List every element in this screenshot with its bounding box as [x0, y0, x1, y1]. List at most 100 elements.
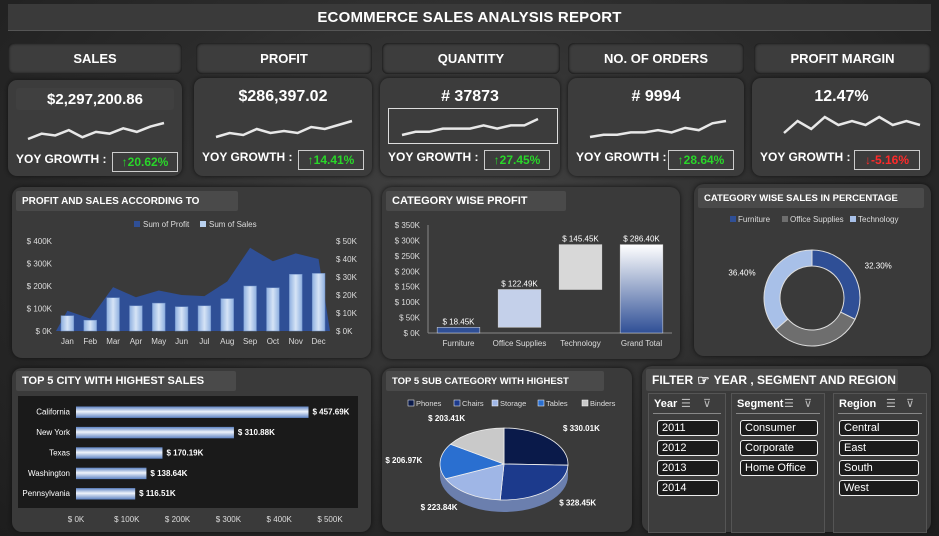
sparkline	[783, 115, 921, 134]
month-label: Nov	[289, 337, 303, 346]
month-label: Sep	[243, 337, 258, 346]
data-label: $ 286.40K	[623, 235, 660, 244]
region-option-east[interactable]: East	[839, 440, 919, 456]
yoy-label: YOY GROWTH :	[388, 150, 479, 164]
top-city-chart: California $ 457.69K New York $ 310.88K Texa…	[18, 396, 358, 524]
sales-bar	[220, 298, 234, 332]
sales-bar	[174, 306, 189, 332]
multi-select-icon[interactable]: ☰	[886, 397, 896, 410]
panel-title: CATEGORY WISE PROFIT	[386, 191, 566, 211]
legend-label: Tables	[546, 399, 568, 408]
yoy-growth-badge: ↑27.45%	[484, 150, 550, 170]
y-tick-label: $ 200K	[395, 267, 421, 276]
sales-bar	[60, 315, 75, 332]
year-option-2013[interactable]: 2013	[657, 460, 719, 476]
filter-title-rest: YEAR , SEGMENT AND REGION	[713, 373, 896, 387]
legend-swatch	[200, 221, 206, 227]
city-label: New York	[36, 428, 71, 437]
city-bar	[76, 406, 309, 418]
sales-bar	[106, 297, 120, 332]
y-tick-label: $ 50K	[399, 314, 421, 323]
month-label: Apr	[130, 337, 143, 346]
data-label: $ 122.49K	[501, 280, 538, 289]
panel-title: TOP 5 SUB CATEGORY WITH HIGHEST	[386, 371, 604, 391]
category-profit-panel: CATEGORY WISE PROFIT $ 0K $ 50K $ 100K $ 15…	[382, 187, 680, 359]
data-label: $ 145.45K	[562, 235, 599, 244]
left-tick-label: $ 300K	[27, 260, 53, 269]
data-label: $ 330.01K	[563, 424, 600, 433]
kpi-label-quantity: QUANTITY	[382, 43, 560, 74]
segment-option-corporate[interactable]: Corporate	[740, 440, 818, 456]
clear-filter-icon[interactable]: ⊽	[804, 397, 812, 410]
region-option-central[interactable]: Central	[839, 420, 919, 436]
yoy-growth-badge: ↑14.41%	[298, 150, 364, 170]
legend-swatch	[850, 216, 856, 222]
year-option-2014[interactable]: 2014	[657, 480, 719, 496]
profit-area	[56, 247, 330, 331]
category-label: Office Supplies	[493, 339, 547, 348]
yoy-label: YOY GROWTH :	[202, 150, 293, 164]
kpi-card-profit: $286,397.02 YOY GROWTH : ↑14.41%	[194, 78, 372, 176]
legend-label: Storage	[500, 399, 526, 408]
data-label: $ 457.69K	[313, 408, 350, 417]
filter-title: FILTER	[652, 373, 694, 387]
city-bar	[76, 488, 136, 500]
report-title: ECOMMERCE SALES ANALYSIS REPORT	[8, 4, 931, 31]
pie-slice	[503, 427, 569, 466]
right-tick-label: $ 40K	[336, 255, 358, 264]
divider	[736, 413, 820, 414]
region-slicer-label: Region	[839, 398, 877, 410]
region-option-west[interactable]: West	[839, 480, 919, 496]
category-profit-chart: $ 0K $ 50K $ 100K $ 150K $ 200K $ 250K $ 300K $…	[395, 221, 672, 348]
sales-bar	[289, 274, 303, 332]
sparkline	[589, 119, 727, 139]
legend-swatch	[730, 216, 736, 222]
segment-slicer: Segment ☰ ⊽ Consumer Corporate Home Offi…	[731, 393, 825, 533]
multi-select-icon[interactable]: ☰	[681, 397, 691, 410]
yoy-growth-badge: ↓-5.16%	[854, 150, 920, 170]
right-tick-label: $ 10K	[336, 309, 358, 318]
legend-label: Technology	[858, 215, 898, 224]
kpi-value: $2,297,200.86	[16, 88, 174, 110]
sparkline	[27, 121, 165, 141]
city-bar	[76, 426, 234, 439]
multi-select-icon[interactable]: ☰	[784, 397, 794, 410]
clear-filter-icon[interactable]: ⊽	[906, 397, 914, 410]
region-option-south[interactable]: South	[839, 460, 919, 476]
legend-label: Chairs	[462, 399, 484, 408]
divider	[838, 413, 922, 414]
kpi-label-sales: SALES	[8, 43, 182, 74]
data-label: $ 223.84K	[421, 503, 458, 512]
y-tick-label: $ 100K	[395, 298, 421, 307]
top-subcat-pie: Phones Chairs Storage Tables Binders $ 330.01…	[385, 399, 616, 512]
donut-slice	[763, 249, 813, 331]
data-label: $ 328.45K	[559, 498, 596, 507]
left-tick-label: $ 100K	[27, 305, 53, 314]
legend-swatch	[134, 221, 140, 227]
month-label: Dec	[311, 337, 325, 346]
segment-option-consumer[interactable]: Consumer	[740, 420, 818, 436]
legend-swatch	[782, 216, 788, 222]
category-label: Furniture	[442, 339, 475, 348]
left-tick-label: $ 0K	[36, 327, 53, 336]
data-label: 32.30%	[865, 261, 892, 270]
y-tick-label: $ 350K	[395, 221, 421, 230]
city-bar	[76, 467, 147, 480]
data-label: $ 18.45K	[442, 317, 475, 326]
year-option-2012[interactable]: 2012	[657, 440, 719, 456]
sales-bar	[83, 319, 97, 332]
data-label: 36.40%	[728, 268, 755, 277]
waterfall-bar	[558, 244, 603, 290]
city-label: Washington	[28, 469, 70, 478]
segment-option-home-office[interactable]: Home Office	[740, 460, 818, 476]
month-label: Jun	[175, 337, 188, 346]
waterfall-bar	[436, 327, 481, 334]
year-option-2011[interactable]: 2011	[657, 420, 719, 436]
top-subcat-panel: TOP 5 SUB CATEGORY WITH HIGHEST Phones Ch…	[382, 368, 632, 532]
legend-label: Binders	[590, 399, 616, 408]
data-label: $ 116.51K	[139, 489, 176, 498]
panel-title: PROFIT AND SALES ACCORDING TO	[16, 191, 238, 211]
legend-swatch	[537, 399, 545, 407]
y-tick-label: $ 0K	[404, 329, 421, 338]
clear-filter-icon[interactable]: ⊽	[703, 397, 711, 410]
